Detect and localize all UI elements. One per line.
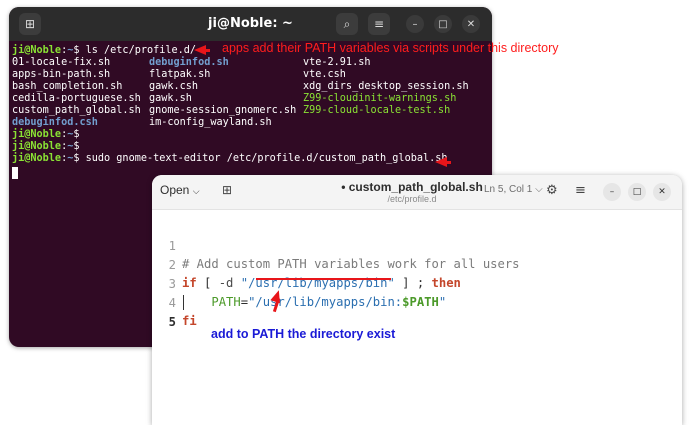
new-document-icon[interactable]: ⊞ <box>222 183 232 197</box>
modified-indicator: • <box>341 180 346 194</box>
minimize-icon[interactable]: – <box>603 183 621 201</box>
code-editor-area[interactable]: 1 # Add custom PATH variables work for a… <box>152 210 682 425</box>
annotation-directory: apps add their PATH variables via script… <box>222 41 559 55</box>
terminal-prompt-line: ji@Noble:~$ <box>12 129 80 140</box>
chevron-down-icon: ⌵ <box>192 187 200 197</box>
code-token: = <box>240 295 249 309</box>
terminal-header-bar: ⊞ ji@Noble: ~ ⌕ ≡ – □ ✕ <box>9 7 492 41</box>
code-token: ] ; <box>394 276 432 290</box>
settings-gear-icon[interactable]: ⚙ <box>546 183 558 198</box>
code-line: 3 PATH="/usr/lib/myapps/bin:$PATH" <box>152 257 447 309</box>
code-line: 5 <box>152 295 196 329</box>
code-line: 4 fi <box>152 276 197 328</box>
annotation-underline <box>256 278 391 280</box>
code-variable: $PATH <box>402 295 439 309</box>
terminal-prompt-line: ji@Noble:~$ ls /etc/profile.d/ <box>12 45 197 56</box>
arrow-left-icon <box>435 157 451 167</box>
listing-row: custom_path_global.sh gnome-session_gnom… <box>12 105 451 116</box>
listing-row: bash_completion.sh gawk.csh xdg_dirs_des… <box>12 81 469 92</box>
editor-header-bar: Open ⌵ ⊞ • custom_path_global.sh /etc/pr… <box>152 175 682 210</box>
chevron-down-icon: ⌵ <box>535 184 543 195</box>
cursor-position-label: Ln 5, Col 1 <box>484 184 533 195</box>
document-filename: custom_path_global.sh <box>348 180 483 194</box>
listing-row: cedilla-portuguese.sh gawk.sh Z99-cloudi… <box>12 93 457 104</box>
code-comment: # Add custom PATH variables work for all… <box>182 257 520 271</box>
maximize-icon[interactable]: □ <box>628 183 646 201</box>
arrow-left-icon <box>194 45 210 55</box>
code-token: -d <box>218 276 234 290</box>
hamburger-menu-icon[interactable]: ≡ <box>368 13 390 35</box>
line-number: 5 <box>168 315 176 329</box>
code-line: 1 # Add custom PATH variables work for a… <box>152 219 520 271</box>
maximize-icon[interactable]: □ <box>434 15 452 33</box>
terminal-cursor <box>12 167 18 179</box>
close-icon[interactable]: ✕ <box>462 15 480 33</box>
listing-row: 01-locale-fix.sh debuginfod.sh vte-2.91.… <box>12 57 371 68</box>
text-editor-window[interactable]: Open ⌵ ⊞ • custom_path_global.sh /etc/pr… <box>152 175 682 425</box>
search-icon[interactable]: ⌕ <box>336 13 358 35</box>
open-button-label: Open <box>160 183 190 197</box>
code-keyword: then <box>431 276 461 290</box>
minimize-icon[interactable]: – <box>406 15 424 33</box>
editor-text-cursor <box>183 295 184 310</box>
listing-row: apps-bin-path.sh flatpak.sh vte.csh <box>12 69 346 80</box>
code-variable: PATH <box>211 295 241 309</box>
terminal-prompt-line: ji@Noble:~$ sudo gnome-text-editor /etc/… <box>12 153 448 164</box>
code-token: [ <box>196 276 219 290</box>
annotation-path-note: add to PATH the directory exist <box>211 327 396 341</box>
document-folder: /etc/profile.d <box>387 194 437 204</box>
open-button[interactable]: Open ⌵ <box>160 183 200 197</box>
terminal-prompt-line: ji@Noble:~$ <box>12 141 80 152</box>
code-line: 2 if [ -d "/usr/lib/myapps/bin" ] ; then <box>152 238 461 290</box>
listing-row: debuginfod.csh im-config_wayland.sh <box>12 117 272 128</box>
close-icon[interactable]: ✕ <box>653 183 671 201</box>
code-string: " <box>438 295 447 309</box>
cursor-position[interactable]: Ln 5, Col 1 ⌵ <box>484 184 543 195</box>
hamburger-menu-icon[interactable]: ≡ <box>575 183 586 198</box>
